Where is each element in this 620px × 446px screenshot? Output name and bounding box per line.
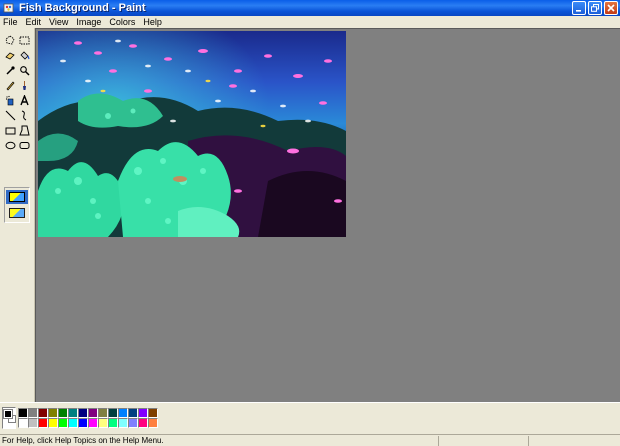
menu-edit[interactable]: Edit xyxy=(22,16,46,28)
select-icon[interactable] xyxy=(17,33,31,48)
menu-colors[interactable]: Colors xyxy=(105,16,139,28)
transparent-background-option[interactable] xyxy=(6,206,28,220)
curve-icon[interactable] xyxy=(17,108,31,123)
palette-swatch[interactable] xyxy=(108,408,118,418)
status-size-pane xyxy=(528,436,620,446)
palette-swatch[interactable] xyxy=(98,418,108,428)
palette-swatch[interactable] xyxy=(148,418,158,428)
palette-swatch[interactable] xyxy=(88,408,98,418)
palette-swatch[interactable] xyxy=(78,408,88,418)
color-palette xyxy=(18,408,158,428)
tool-options-panel xyxy=(4,187,30,223)
airbrush-icon[interactable] xyxy=(3,93,17,108)
palette-swatch[interactable] xyxy=(138,408,148,418)
palette-swatch[interactable] xyxy=(48,408,58,418)
ellipse-icon[interactable] xyxy=(3,138,17,153)
palette-swatch[interactable] xyxy=(148,408,158,418)
palette-swatch[interactable] xyxy=(28,408,38,418)
palette-swatch[interactable] xyxy=(108,418,118,428)
palette-swatch[interactable] xyxy=(78,418,88,428)
palette-swatch[interactable] xyxy=(58,418,68,428)
menu-file[interactable]: File xyxy=(0,16,22,28)
foreground-color-swatch[interactable] xyxy=(3,409,13,419)
window-title: Fish Background - Paint xyxy=(19,2,146,14)
rectangle-icon[interactable] xyxy=(3,123,17,138)
title-bar: Fish Background - Paint xyxy=(0,0,620,16)
canvas-image[interactable] xyxy=(38,31,346,237)
status-help-text: For Help, click Help Topics on the Help … xyxy=(2,436,164,445)
close-icon[interactable] xyxy=(604,1,618,15)
palette-swatch[interactable] xyxy=(48,418,58,428)
opaque-background-option[interactable] xyxy=(6,190,28,204)
brush-icon[interactable] xyxy=(17,78,31,93)
line-icon[interactable] xyxy=(3,108,17,123)
fill-bucket-icon[interactable] xyxy=(17,48,31,63)
palette-swatch[interactable] xyxy=(68,408,78,418)
minimize-icon[interactable] xyxy=(572,1,586,15)
magnifier-icon[interactable] xyxy=(17,63,31,78)
palette-swatch[interactable] xyxy=(88,418,98,428)
palette-swatch[interactable] xyxy=(58,408,68,418)
palette-swatch[interactable] xyxy=(138,418,148,428)
pick-color-icon[interactable] xyxy=(3,63,17,78)
polygon-icon[interactable] xyxy=(17,123,31,138)
eraser-icon[interactable] xyxy=(3,48,17,63)
palette-swatch[interactable] xyxy=(18,408,28,418)
palette-swatch[interactable] xyxy=(68,418,78,428)
palette-swatch[interactable] xyxy=(98,408,108,418)
text-icon[interactable] xyxy=(17,93,31,108)
rounded-rectangle-icon[interactable] xyxy=(17,138,31,153)
status-coordinates-pane xyxy=(438,436,528,446)
palette-swatch[interactable] xyxy=(28,418,38,428)
menu-view[interactable]: View xyxy=(45,16,72,28)
palette-swatch[interactable] xyxy=(118,408,128,418)
palette-swatch[interactable] xyxy=(38,418,48,428)
maximize-icon[interactable] xyxy=(588,1,602,15)
paint-app-icon[interactable] xyxy=(3,2,15,14)
drawing-workspace[interactable] xyxy=(35,28,620,402)
menu-bar: File Edit View Image Colors Help xyxy=(0,16,620,28)
palette-swatch[interactable] xyxy=(118,418,128,428)
color-box xyxy=(0,402,620,434)
menu-help[interactable]: Help xyxy=(139,16,166,28)
palette-swatch[interactable] xyxy=(38,408,48,418)
current-colors-indicator[interactable] xyxy=(2,407,16,429)
tool-box xyxy=(0,28,35,402)
palette-swatch[interactable] xyxy=(18,418,28,428)
status-bar: For Help, click Help Topics on the Help … xyxy=(0,434,620,446)
menu-image[interactable]: Image xyxy=(72,16,105,28)
palette-swatch[interactable] xyxy=(128,408,138,418)
palette-swatch[interactable] xyxy=(128,418,138,428)
pencil-icon[interactable] xyxy=(3,78,17,93)
free-form-select-icon[interactable] xyxy=(3,33,17,48)
